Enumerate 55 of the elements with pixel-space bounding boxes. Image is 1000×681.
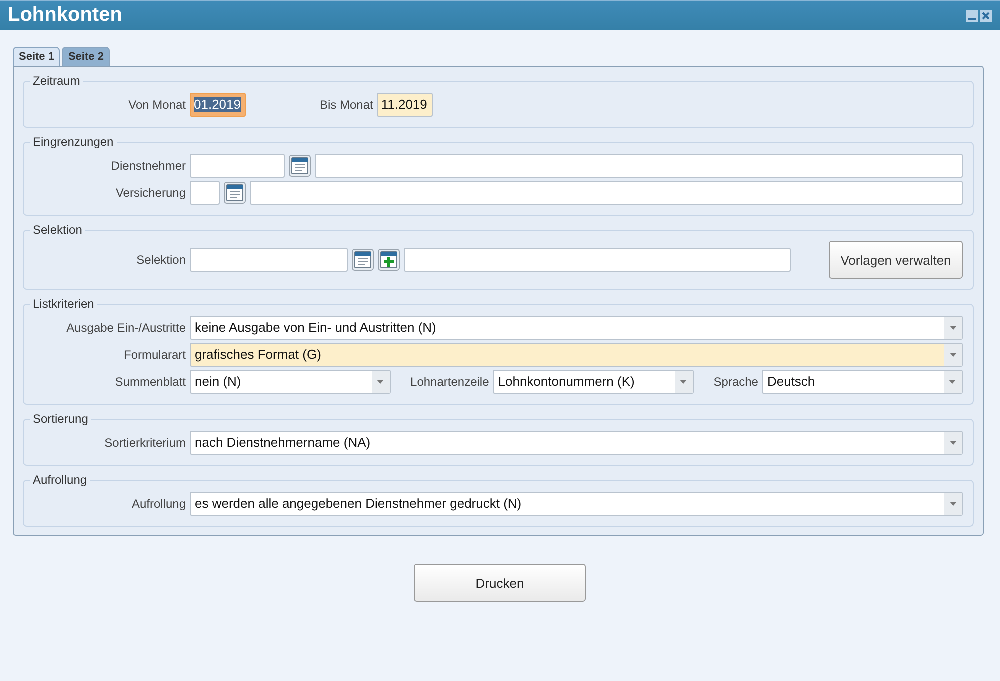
field-label: Sortierkriterium xyxy=(104,436,186,450)
field-label: Formularart xyxy=(122,348,186,362)
dropdown[interactable]: nein (N) xyxy=(190,370,391,394)
input-field[interactable] xyxy=(190,180,220,204)
field-label: Summenblatt xyxy=(114,374,186,388)
field-label: Bis Monat xyxy=(320,98,374,112)
input-field[interactable] xyxy=(250,180,963,204)
caret-icon xyxy=(680,380,688,384)
group-title: Listkriterien xyxy=(30,297,98,311)
field-label: Von Monat xyxy=(128,98,186,112)
input-field[interactable] xyxy=(315,154,963,178)
dropdown[interactable]: keine Ausgabe von Ein- und Austritten (N) xyxy=(190,316,963,340)
templates-button[interactable]: Vorlagen verwalten xyxy=(829,241,963,279)
input-field[interactable]: 01.2019 xyxy=(190,92,246,116)
field-label: Versicherung xyxy=(114,186,186,200)
field-label: Aufrollung xyxy=(130,496,186,510)
list-button[interactable] xyxy=(224,182,246,204)
list-button[interactable] xyxy=(352,249,374,271)
close-icon[interactable] xyxy=(980,10,992,22)
list-button[interactable] xyxy=(289,154,311,176)
caret-icon xyxy=(949,380,956,384)
group-title: Zeitraum xyxy=(30,74,84,88)
caret-icon xyxy=(950,352,956,356)
field-label: Sprache xyxy=(714,374,758,388)
dropdown[interactable]: Deutsch xyxy=(762,370,963,394)
input-field[interactable] xyxy=(404,248,791,272)
input-field[interactable] xyxy=(190,154,285,178)
field-label: Lohnartenzeile xyxy=(410,374,490,388)
window-title: Lohnkonten xyxy=(8,4,122,27)
dropdown[interactable]: nach Dienstnehmername (NA) xyxy=(190,430,963,454)
input-field[interactable]: 11.2019 xyxy=(377,92,434,116)
group-title: Aufrollung xyxy=(30,473,90,487)
input-field[interactable] xyxy=(190,248,348,272)
field-label: Dienstnehmer xyxy=(110,158,186,172)
caret-icon xyxy=(377,380,384,384)
field-label: Ausgabe Ein-/Austritte xyxy=(66,320,186,334)
list-icon xyxy=(226,184,244,202)
group-title: Selektion xyxy=(30,223,86,237)
group-title: Eingrenzungen xyxy=(30,135,117,149)
list-icon xyxy=(354,251,372,269)
caret-icon xyxy=(950,440,956,444)
print-button[interactable]: Drucken xyxy=(414,564,586,602)
group-title: Sortierung xyxy=(30,412,92,426)
dropdown[interactable]: Lohnkontonummern (K) xyxy=(493,370,694,394)
dropdown[interactable]: grafisches Format (G) xyxy=(190,342,963,366)
add-button[interactable] xyxy=(378,249,400,271)
caret-icon xyxy=(950,502,956,506)
tab[interactable]: Seite 1 xyxy=(13,47,60,66)
add-icon xyxy=(380,251,398,269)
dropdown[interactable]: es werden alle angegebenen Dienstnehmer gedruckt (N) xyxy=(190,492,963,516)
caret-icon xyxy=(950,326,956,330)
minimize-icon[interactable] xyxy=(966,10,978,22)
tab[interactable]: Seite 2 xyxy=(62,47,110,66)
field-label: Selektion xyxy=(136,253,186,267)
list-icon xyxy=(291,156,309,174)
